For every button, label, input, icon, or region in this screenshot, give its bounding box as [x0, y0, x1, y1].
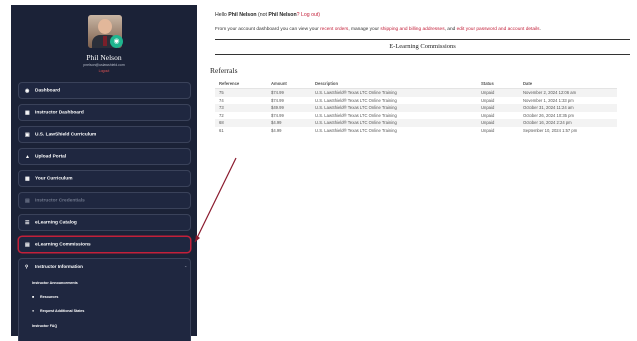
annotation-arrow — [194, 157, 237, 243]
annotation-line — [194, 157, 237, 243]
